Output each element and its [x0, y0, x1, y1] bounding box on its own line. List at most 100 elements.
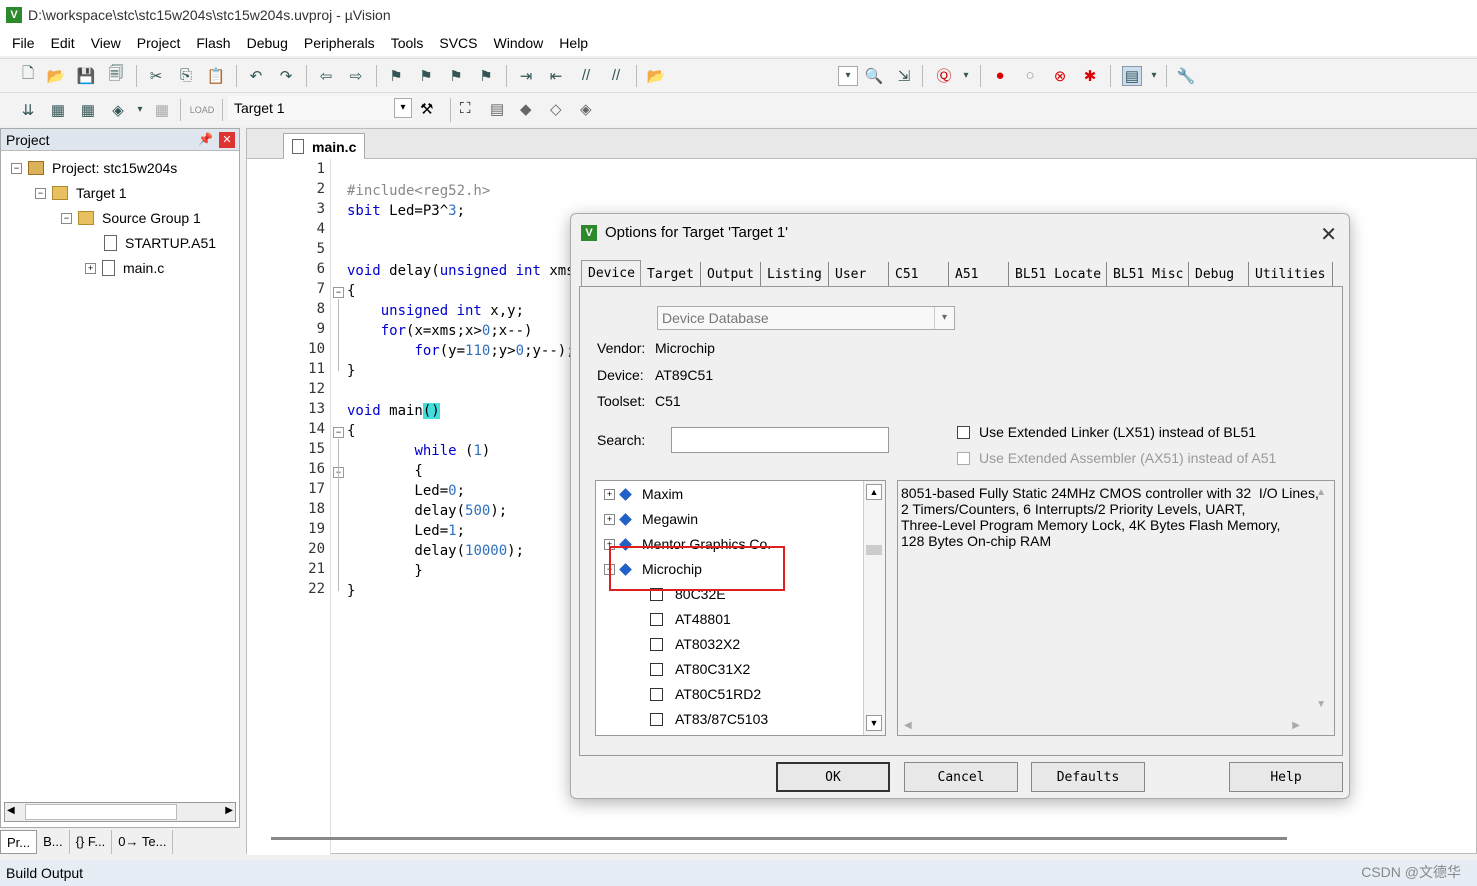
- tab-utilities[interactable]: Utilities: [1249, 262, 1333, 286]
- expand-icon[interactable]: +: [85, 262, 96, 274]
- tree-device-at80c51rd2[interactable]: AT80C51RD2: [650, 683, 761, 705]
- defaults-button[interactable]: Defaults: [1031, 762, 1145, 792]
- tree-item-main-c[interactable]: + main.c: [85, 257, 164, 279]
- stop-build-icon[interactable]: ▦: [152, 100, 172, 120]
- window-layout-icon[interactable]: ▤: [1122, 65, 1142, 86]
- scroll-down-icon[interactable]: ▼: [1316, 699, 1326, 710]
- tree-item-project[interactable]: − Project: stc15w204s: [11, 157, 177, 179]
- download-icon[interactable]: LOAD: [190, 100, 215, 120]
- new-file-icon[interactable]: 🗋: [18, 65, 38, 86]
- debug-session-icon[interactable]: Ⓠ: [934, 66, 954, 86]
- tree-vendor-megawin[interactable]: + Megawin: [604, 508, 698, 530]
- close-icon[interactable]: ✕: [219, 132, 235, 148]
- bookmark-icon[interactable]: ⚑: [386, 66, 406, 86]
- scroll-right-icon[interactable]: ▶: [1292, 720, 1300, 731]
- tree-item-target[interactable]: − Target 1: [35, 182, 127, 204]
- navigate-forward-icon[interactable]: ⇨: [346, 66, 366, 86]
- menu-flash[interactable]: Flash: [188, 35, 238, 51]
- tree-device-at48801[interactable]: AT48801: [650, 608, 731, 630]
- next-bookmark-icon[interactable]: ⚑: [446, 66, 466, 86]
- tab-functions[interactable]: {} F...: [70, 830, 113, 854]
- device-tree[interactable]: + Maxim + Megawin + Mentor Graphics Co. …: [595, 480, 886, 736]
- menu-peripherals[interactable]: Peripherals: [296, 35, 383, 51]
- tab-bl51-misc[interactable]: BL51 Misc: [1107, 262, 1189, 286]
- prev-bookmark-icon[interactable]: ⚑: [416, 66, 436, 86]
- use-ax51-checkbox[interactable]: Use Extended Assembler (AX51) instead of…: [957, 450, 1276, 466]
- disable-breakpoints-icon[interactable]: ⊗: [1050, 66, 1070, 86]
- menu-svcs[interactable]: SVCS: [431, 35, 485, 51]
- close-icon[interactable]: ✕: [1320, 222, 1337, 247]
- scroll-left-icon[interactable]: ◀: [7, 805, 15, 816]
- menu-edit[interactable]: Edit: [43, 35, 83, 51]
- clear-bookmarks-icon[interactable]: ⚑: [476, 66, 496, 86]
- menu-project[interactable]: Project: [129, 35, 189, 51]
- fold-toggle-icon[interactable]: −: [333, 427, 344, 438]
- fold-toggle-icon[interactable]: −: [333, 287, 344, 298]
- scroll-thumb[interactable]: [25, 804, 177, 820]
- cancel-button[interactable]: Cancel: [904, 762, 1018, 792]
- pin-icon[interactable]: 📌: [198, 132, 213, 146]
- scroll-up-icon[interactable]: ▲: [1316, 487, 1326, 498]
- manage-project-items-icon[interactable]: ⛶: [460, 100, 471, 117]
- unindent-icon[interactable]: ⇤: [546, 66, 566, 86]
- expand-icon[interactable]: +: [604, 513, 615, 525]
- translate-icon[interactable]: ⇊: [18, 100, 38, 120]
- undo-icon[interactable]: ↶: [246, 66, 266, 86]
- checkbox-box[interactable]: [957, 425, 970, 439]
- batch-dropdown-icon[interactable]: ▾: [130, 100, 150, 120]
- tab-a51[interactable]: A51: [949, 262, 1009, 286]
- tab-templates[interactable]: 0→ Te...: [112, 830, 174, 854]
- enable-breakpoint-icon[interactable]: ○: [1020, 66, 1040, 86]
- tab-books[interactable]: B...: [37, 830, 70, 854]
- tab-user[interactable]: User: [829, 262, 889, 286]
- target-select[interactable]: Target 1 ▾: [228, 96, 412, 120]
- use-lx51-checkbox[interactable]: Use Extended Linker (LX51) instead of BL…: [957, 424, 1256, 440]
- manage-multi-project-icon[interactable]: ▤: [490, 100, 504, 118]
- editor-hscrollbar[interactable]: [271, 837, 1287, 840]
- tab-main-c[interactable]: main.c: [283, 133, 365, 159]
- uncomment-icon[interactable]: //: [606, 66, 626, 86]
- open-file-icon[interactable]: 📂: [46, 66, 66, 86]
- rebuild-icon[interactable]: ▦: [78, 100, 98, 120]
- tab-device[interactable]: Device: [581, 260, 641, 286]
- scroll-down-icon[interactable]: ▼: [866, 715, 882, 731]
- collapse-icon[interactable]: −: [61, 212, 72, 224]
- tree-vendor-maxim[interactable]: + Maxim: [604, 483, 683, 505]
- tab-bl51-locate[interactable]: BL51 Locate: [1009, 262, 1107, 286]
- tree-device-at8032x2[interactable]: AT8032X2: [650, 633, 740, 655]
- device-database-select[interactable]: Device Database ▾: [657, 306, 955, 330]
- pack-installer-icon[interactable]: ◈: [580, 100, 592, 118]
- chevron-down-icon[interactable]: ▾: [394, 98, 412, 118]
- menu-debug[interactable]: Debug: [239, 35, 296, 51]
- incremental-find-icon[interactable]: ⇲: [894, 66, 914, 86]
- device-tree-scrollbar[interactable]: ▲ ▼: [863, 481, 885, 735]
- copy-icon[interactable]: ⎘: [176, 66, 196, 86]
- menu-window[interactable]: Window: [486, 35, 552, 51]
- comment-icon[interactable]: //: [576, 66, 596, 86]
- save-icon[interactable]: 💾: [76, 66, 96, 86]
- target-options-icon[interactable]: ⚒: [420, 100, 440, 120]
- manage-components-icon[interactable]: ◆: [520, 100, 532, 118]
- insert-breakpoint-icon[interactable]: ●: [990, 66, 1010, 86]
- tree-device-at80c31x2[interactable]: AT80C31X2: [650, 658, 750, 680]
- redo-icon[interactable]: ↷: [276, 66, 296, 86]
- tree-device-at83-87c5103[interactable]: AT83/87C5103: [650, 708, 768, 730]
- save-all-icon[interactable]: 🗐: [106, 65, 126, 86]
- cut-icon[interactable]: ✂: [146, 66, 166, 86]
- scroll-right-icon[interactable]: ▶: [225, 805, 233, 816]
- menu-help[interactable]: Help: [551, 35, 596, 51]
- expand-icon[interactable]: +: [604, 488, 615, 500]
- indent-icon[interactable]: ⇥: [516, 66, 536, 86]
- menu-file[interactable]: File: [4, 35, 43, 51]
- menu-tools[interactable]: Tools: [383, 35, 432, 51]
- tab-project[interactable]: Pr...: [0, 830, 38, 854]
- kill-breakpoints-icon[interactable]: ✱: [1080, 66, 1100, 86]
- tab-output[interactable]: Output: [701, 262, 761, 286]
- select-software-packs-icon[interactable]: ◇: [550, 100, 562, 118]
- debug-dropdown-icon[interactable]: ▾: [956, 66, 976, 86]
- scroll-up-icon[interactable]: ▲: [866, 484, 882, 500]
- menu-view[interactable]: View: [83, 35, 129, 51]
- find-icon[interactable]: 🔍: [864, 66, 884, 86]
- project-hscrollbar[interactable]: ◀ ▶: [4, 802, 236, 822]
- help-button[interactable]: Help: [1229, 762, 1343, 792]
